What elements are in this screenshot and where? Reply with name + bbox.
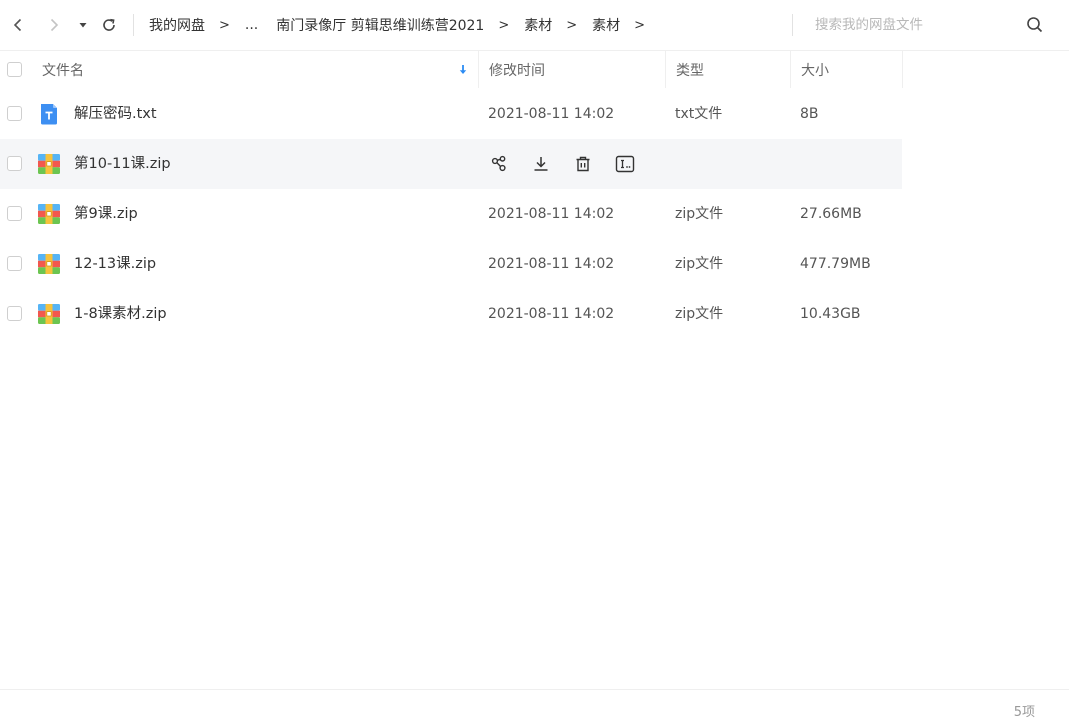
rename-icon (615, 155, 635, 173)
file-type: txt文件 (675, 106, 723, 122)
back-button[interactable] (6, 13, 30, 37)
search-box (805, 10, 1055, 40)
caret-down-icon (79, 23, 87, 28)
row-checkbox[interactable] (7, 156, 22, 171)
text-file-icon (41, 104, 57, 125)
breadcrumb-course-folder[interactable]: 南门录像厅 剪辑思维训练营2021 (276, 15, 484, 35)
row-checkbox[interactable] (7, 256, 22, 271)
delete-button[interactable] (572, 153, 594, 175)
refresh-icon (103, 18, 115, 31)
file-row[interactable]: 1-8课素材.zip 2021-08-11 14:02 zip文件 10.43G… (0, 289, 902, 339)
item-count: 5项 (1013, 705, 1035, 720)
column-header-time[interactable]: 修改时间 (478, 51, 664, 88)
file-size: 477.79MB (800, 256, 871, 272)
search-input[interactable] (805, 10, 1015, 40)
file-row[interactable]: 解压密码.txt 2021-08-11 14:02 txt文件 8B (0, 89, 902, 139)
share-icon (491, 155, 506, 172)
breadcrumb-separator: > (498, 17, 510, 33)
chevron-left-icon (13, 18, 22, 32)
list-header: 文件名 修改时间 类型 大小 (0, 50, 1069, 88)
file-type: zip文件 (675, 306, 724, 322)
zip-file-icon (38, 254, 60, 274)
file-size: 8B (800, 106, 819, 122)
row-checkbox[interactable] (7, 206, 22, 221)
file-modified-time: 2021-08-11 14:02 (488, 206, 615, 222)
file-list: 解压密码.txt 2021-08-11 14:02 txt文件 8B 第10-1… (0, 89, 1069, 339)
column-header-type[interactable]: 类型 (665, 51, 789, 88)
sort-descending-icon[interactable] (457, 64, 469, 76)
breadcrumb-separator: > (219, 17, 230, 33)
status-bar: 5项 (0, 689, 1069, 727)
row-checkbox[interactable] (7, 106, 22, 121)
file-manager-window: 我的网盘 > ... 南门录像厅 剪辑思维训练营2021 > 素材 > 素材 >… (0, 0, 1069, 727)
file-row[interactable]: 第9课.zip 2021-08-11 14:02 zip文件 27.66MB (0, 189, 902, 239)
row-actions (488, 153, 656, 175)
file-name[interactable]: 1-8课素材.zip (74, 289, 167, 339)
file-row[interactable]: 12-13课.zip 2021-08-11 14:02 zip文件 477.79… (0, 239, 902, 289)
file-modified-time: 2021-08-11 14:02 (488, 106, 615, 122)
zip-file-icon (38, 154, 60, 174)
column-header-name[interactable]: 文件名 (42, 51, 477, 88)
breadcrumb-ellipsis[interactable]: ... (245, 17, 258, 33)
toolbar-divider (133, 14, 134, 36)
file-size: 27.66MB (800, 206, 862, 222)
row-checkbox[interactable] (7, 306, 22, 321)
breadcrumb-separator: > (634, 17, 646, 33)
download-button[interactable] (530, 153, 552, 175)
file-modified-time: 2021-08-11 14:02 (488, 256, 615, 272)
file-row[interactable]: 第10-11课.zip (0, 139, 902, 189)
select-all-checkbox[interactable] (7, 62, 22, 77)
breadcrumb-material-folder[interactable]: 素材 (524, 15, 552, 35)
download-icon (534, 157, 548, 171)
breadcrumb-separator: > (566, 17, 578, 33)
breadcrumb: 我的网盘 > ... 南门录像厅 剪辑思维训练营2021 > 素材 > 素材 > (149, 0, 660, 50)
trash-icon (576, 156, 590, 172)
breadcrumb-root[interactable]: 我的网盘 (149, 15, 205, 35)
toolbar-divider (792, 14, 793, 36)
column-divider (902, 51, 903, 88)
file-name[interactable]: 解压密码.txt (74, 89, 157, 139)
breadcrumb-current-folder[interactable]: 素材 (592, 15, 620, 35)
file-modified-time: 2021-08-11 14:02 (488, 306, 615, 322)
file-type: zip文件 (675, 206, 724, 222)
file-type: zip文件 (675, 256, 724, 272)
history-dropdown-button[interactable] (73, 13, 93, 37)
zip-file-icon (38, 204, 60, 224)
file-size: 10.43GB (800, 306, 861, 322)
column-header-size[interactable]: 大小 (790, 51, 902, 88)
file-name[interactable]: 第9课.zip (74, 189, 138, 239)
refresh-button[interactable] (97, 13, 121, 37)
file-name[interactable]: 12-13课.zip (74, 239, 156, 289)
chevron-right-icon (50, 18, 59, 32)
toolbar: 我的网盘 > ... 南门录像厅 剪辑思维训练营2021 > 素材 > 素材 > (0, 0, 1069, 50)
zip-file-icon (38, 304, 60, 324)
share-button[interactable] (488, 153, 510, 175)
rename-button[interactable] (614, 153, 636, 175)
search-icon[interactable] (1025, 15, 1045, 35)
file-name[interactable]: 第10-11课.zip (74, 139, 171, 189)
forward-button[interactable] (42, 13, 66, 37)
